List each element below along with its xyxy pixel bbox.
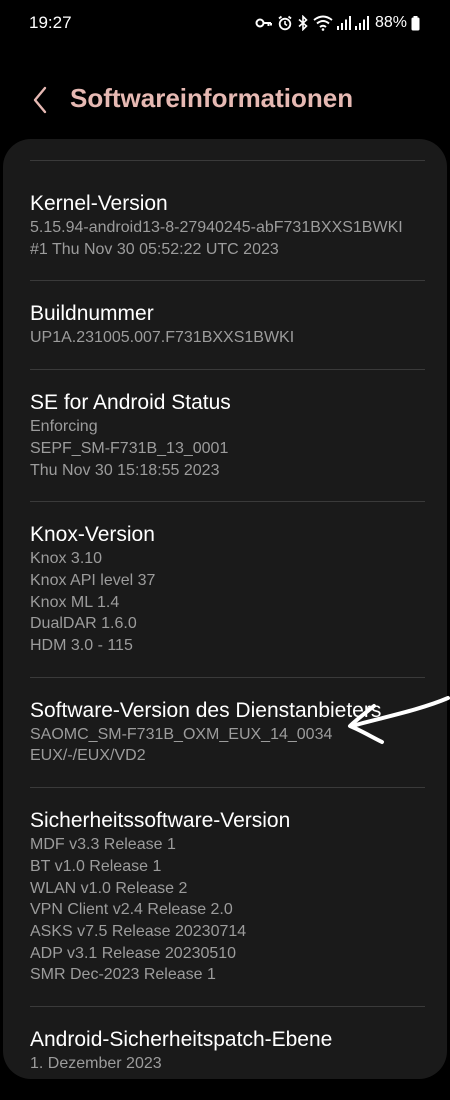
item-value: Knox 3.10 (30, 550, 103, 568)
item-title: Buildnummer (30, 302, 154, 326)
item-value: 1. Dezember 2023 (30, 1055, 162, 1073)
list-item-kernel-version[interactable]: Kernel-Version 5.15.94-android13-8-27940… (3, 161, 447, 280)
item-value: Thu Nov 30 15:18:55 2023 (30, 461, 220, 479)
item-title: Kernel-Version (30, 192, 168, 215)
item-value: VPN Client v2.4 Release 2.0 (30, 901, 233, 919)
list-item-se-android-status[interactable]: SE for Android Status Enforcing SEPF_SM-… (3, 370, 447, 501)
hand-drawn-arrow-icon (348, 696, 450, 744)
item-value: UP1A.231005.007.F731BXXS1BWKI (30, 329, 295, 347)
list-item-knox-version[interactable]: Knox-Version Knox 3.10 Knox API level 37… (3, 502, 447, 677)
software-info-card[interactable]: Kernel-Version 5.15.94-android13-8-27940… (3, 139, 447, 1079)
item-value: #1 Thu Nov 30 05:52:22 UTC 2023 (30, 240, 279, 258)
battery-percentage: 88% (374, 14, 407, 31)
item-value: ADP v3.1 Release 20230510 (30, 944, 237, 962)
item-value: DualDAR 1.6.0 (30, 615, 137, 633)
bluetooth-icon (298, 15, 308, 31)
item-title: SE for Android Status (30, 391, 231, 415)
status-bar: 19:27 88% (0, 0, 450, 48)
item-value: Knox API level 37 (30, 571, 156, 589)
page-title: Softwareinformationen (70, 83, 354, 113)
item-value: Knox ML 1.4 (30, 593, 120, 611)
item-value: HDM 3.0 - 115 (30, 637, 133, 655)
chevron-left-icon (33, 86, 47, 114)
item-title: Sicherheitssoftware-Version (30, 809, 291, 833)
back-button[interactable] (22, 82, 58, 118)
item-value: BT v1.0 Release 1 (30, 857, 162, 875)
list-item-build-number[interactable]: Buildnummer UP1A.231005.007.F731BXXS1BWK… (3, 281, 447, 369)
item-title: Android-Sicherheitspatch-Ebene (30, 1028, 333, 1052)
alarm-icon (278, 15, 292, 31)
clipped-previous-item (3, 139, 447, 160)
item-value: MDF v3.3 Release 1 (30, 836, 176, 854)
list-item-android-security-patch[interactable]: Android-Sicherheitspatch-Ebene 1. Dezemb… (3, 1007, 447, 1079)
battery-icon (411, 15, 420, 30)
item-value: WLAN v1.0 Release 2 (30, 879, 188, 897)
item-value: 5.15.94-android13-8-27940245-abF731BXXS1… (30, 219, 403, 236)
signal-icon (354, 16, 369, 30)
status-time: 19:27 (29, 13, 72, 32)
item-title: Knox-Version (30, 523, 155, 547)
wifi-icon (313, 15, 333, 31)
info-list: Kernel-Version 5.15.94-android13-8-27940… (3, 139, 447, 1079)
key-icon (255, 18, 272, 28)
app-header: Softwareinformationen (0, 70, 450, 130)
item-value: Enforcing (30, 418, 98, 436)
item-value: SEPF_SM-F731B_13_0001 (30, 439, 229, 457)
status-icons: 88% (255, 13, 420, 33)
signal-icon (336, 16, 351, 30)
item-value: SMR Dec-2023 Release 1 (30, 966, 216, 984)
list-item-security-software-version[interactable]: Sicherheitssoftware-Version MDF v3.3 Rel… (3, 788, 447, 1006)
item-value: ASKS v7.5 Release 20230714 (30, 922, 247, 940)
